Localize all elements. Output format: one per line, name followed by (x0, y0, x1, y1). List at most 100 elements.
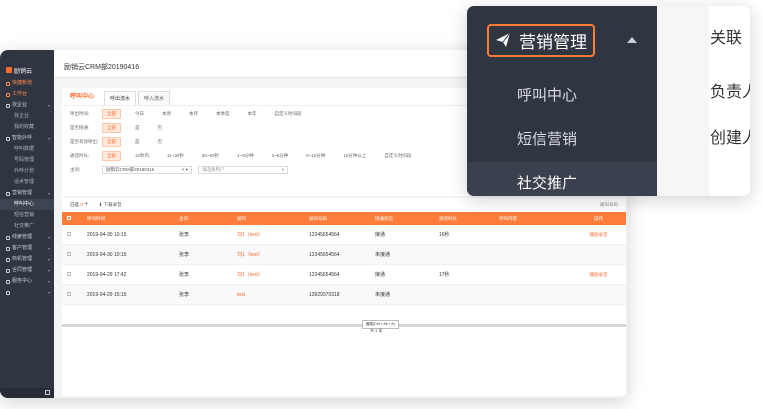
sidebar-item[interactable]: 呼叫数据 (0, 144, 54, 155)
selected-count: 已选 0 个 (70, 202, 89, 207)
call-duration: 16秒 (439, 232, 450, 238)
section-title: 呼叫中心 (70, 94, 95, 100)
horizontal-scrollbar[interactable] (62, 324, 626, 327)
play-recording-link[interactable]: 播放录音 (571, 272, 626, 278)
sidebar-item[interactable]: 找企业 (0, 111, 54, 122)
filter-option[interactable]: 是 (131, 124, 144, 132)
zoom-menu-header[interactable]: 营销管理 (467, 6, 657, 74)
sidebar-item[interactable]: 呼叫中心 (0, 199, 54, 210)
row-checkbox[interactable] (67, 271, 71, 276)
select-all-checkbox[interactable] (67, 216, 71, 220)
filter-option[interactable]: 全部 (102, 123, 121, 133)
connect-status: 未接通 (375, 292, 391, 298)
sidebar-item[interactable]: 话术管理 (0, 177, 54, 188)
menu-icon (6, 81, 10, 86)
sidebar-item[interactable]: 社交推广 (0, 221, 54, 232)
row-checkbox[interactable] (67, 291, 71, 296)
chevron-down-icon: ▾ (47, 268, 50, 273)
collapse-icon[interactable] (45, 390, 50, 395)
filter-option[interactable]: 全部 (102, 109, 121, 119)
col-header[interactable]: 呼叫时间 (87, 216, 179, 222)
filter-option[interactable]: 11~30秒 (163, 152, 188, 160)
sidebar-item[interactable]: 快捷新增 (0, 78, 54, 89)
filter-option[interactable]: 今日 (131, 110, 148, 118)
callee[interactable]: 刘1（test） (237, 271, 309, 278)
sidebar-item[interactable]: 营销管理 ▾ (0, 188, 54, 199)
col-header[interactable]: 主叫 (179, 216, 237, 222)
sidebar-item[interactable]: 商机管理 ▾ (0, 254, 54, 265)
table-toolbar: 已选 0 个 ⬇ 下载录音 被叫号码 (62, 198, 626, 212)
col-header[interactable]: 通话时长 (439, 216, 499, 222)
filter-label: 主叫: (70, 167, 81, 172)
sidebar-item[interactable]: 找企业 ▾ (0, 100, 54, 111)
col-header[interactable]: 接通状态 (375, 216, 439, 222)
sidebar-item[interactable]: 我的收藏 (0, 122, 54, 133)
row-checkbox[interactable] (67, 231, 71, 236)
play-recording-link[interactable]: 播放录音 (571, 232, 626, 238)
filter-option[interactable]: 本季度 (212, 110, 234, 118)
chevron-down-icon: ▾ (47, 103, 50, 108)
sidebar-item[interactable]: 智能外呼 ▾ (0, 133, 54, 144)
col-header[interactable]: 呼叫内容 (499, 216, 571, 222)
caret-up-icon[interactable] (627, 37, 637, 43)
row-checkbox[interactable] (67, 251, 71, 256)
caller: 张李 (179, 272, 190, 278)
zoom-item-social[interactable]: 社交推广 (467, 162, 657, 196)
sidebar-item-label: 商机管理 (12, 256, 33, 262)
table-row[interactable]: 2019-04-29 15:15 张李 test 13929370318 未接通 (62, 285, 626, 305)
sidebar-item-label: 外呼计划 (14, 168, 35, 174)
callee-number: 12345654564 (309, 231, 340, 238)
sidebar-item[interactable]: 服务中心 ▾ (0, 276, 54, 287)
chevron-down-icon: ▾ (47, 257, 50, 262)
filter-option[interactable]: 全部 (102, 137, 121, 147)
filter-label: 呼出时间: (70, 111, 90, 116)
sidebar-item[interactable]: 合同管理 ▾ (0, 265, 54, 276)
filter-option[interactable]: 1~3分钟 (233, 152, 258, 160)
tab-inbound[interactable]: 呼入流水 (138, 91, 171, 105)
tab-outbound[interactable]: 呼出流水 (104, 91, 137, 105)
menu-icon (6, 235, 10, 240)
sidebar-item[interactable]: ▾ (0, 287, 54, 298)
filter-option[interactable]: 本年 (244, 110, 261, 118)
col-header[interactable]: 被叫号码 (309, 216, 375, 222)
sidebar-item[interactable]: 线索管理 ▾ (0, 232, 54, 243)
col-header[interactable]: 被叫 (237, 216, 309, 222)
filter-option[interactable]: 是 (131, 138, 144, 146)
filter-option[interactable]: 否 (154, 124, 167, 132)
filter-option[interactable]: 30~60秒 (198, 152, 223, 160)
filter-option[interactable]: 否 (154, 138, 167, 146)
filter-option[interactable]: 6~10分钟 (302, 152, 329, 160)
filter-option[interactable]: 3~6分钟 (268, 152, 293, 160)
callee[interactable]: test (237, 292, 309, 298)
table-row[interactable]: 2019-04-30 10:15 张李 刘1（test） 12345654564 未接通 (62, 245, 626, 265)
dept-select[interactable]: 励销云CRM部20190416 × ▾ (102, 166, 192, 174)
sidebar-item[interactable]: 短信营销 (0, 210, 54, 221)
callee[interactable]: 刘1（test） (237, 231, 309, 238)
callee-number-button[interactable]: 被叫号码 (600, 202, 618, 208)
sidebar-item[interactable]: 外呼计划 (0, 166, 54, 177)
filter-option[interactable]: 自定义时间段 (271, 110, 306, 118)
user-select[interactable]: 请选择用户 ▾ (198, 166, 288, 174)
table-row[interactable]: 2019-04-30 10:15 张李 刘1（test） 12345654564 接通 1… (62, 225, 626, 245)
filter-option[interactable]: 自定义时间段 (380, 152, 415, 160)
filter-option[interactable]: 10分钟以上 (339, 152, 370, 160)
sidebar-item-label: 我的收藏 (14, 124, 35, 130)
sidebar-item[interactable]: 号码管理 (0, 155, 54, 166)
zoom-item-sms[interactable]: 短信营销 (467, 118, 657, 162)
marketing-menu-highlight[interactable]: 营销管理 (487, 23, 595, 57)
filter-option[interactable]: 10秒内 (131, 152, 153, 160)
sidebar-item[interactable]: 工作台 (0, 89, 54, 100)
filter-option[interactable]: 本月 (185, 110, 202, 118)
sidebar-item[interactable]: 客户管理 ▾ (0, 243, 54, 254)
callee[interactable]: 刘1（test） (237, 251, 309, 258)
filter-option[interactable]: 本周 (158, 110, 175, 118)
download-recording-button[interactable]: ⬇ 下载录音 (99, 202, 122, 208)
filter-label: 是否接通: (70, 125, 90, 130)
menu-icon (6, 290, 10, 295)
table-row[interactable]: 2019-04-29 17:42 张李 刘1（test） 12345654564 接通 1… (62, 265, 626, 285)
zoom-item-call-center[interactable]: 呼叫中心 (467, 74, 657, 118)
filter-option[interactable]: 全部 (102, 151, 121, 161)
callee-number: 12345654564 (309, 251, 340, 258)
clear-icon[interactable]: × ▾ (182, 167, 188, 173)
sidebar-collapse-bar[interactable] (0, 388, 54, 398)
